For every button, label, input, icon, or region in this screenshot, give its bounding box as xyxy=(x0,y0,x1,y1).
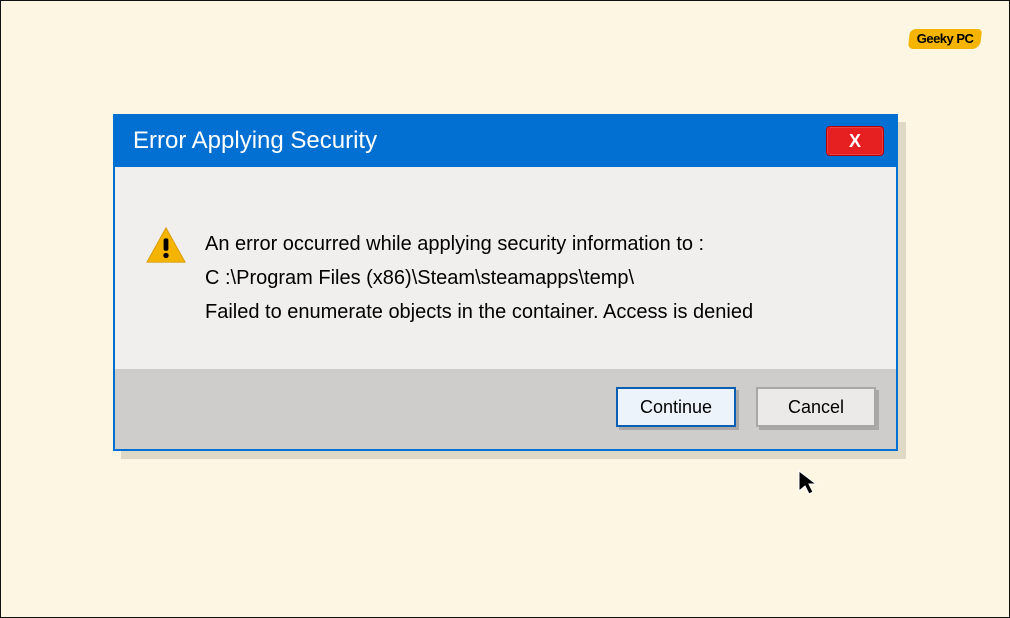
message-line-2: C :\Program Files (x86)\Steam\steamapps\… xyxy=(205,261,753,295)
warning-icon xyxy=(145,225,187,267)
dialog-button-row: Continue Cancel xyxy=(115,369,896,449)
logo-text: Geeky PC xyxy=(917,31,974,46)
cancel-button[interactable]: Cancel xyxy=(756,387,876,427)
message-line-3: Failed to enumerate objects in the conta… xyxy=(205,295,753,329)
dialog-message: An error occurred while applying securit… xyxy=(205,227,753,329)
dialog-content: An error occurred while applying securit… xyxy=(115,166,896,369)
logo-swash: Geeky PC xyxy=(908,29,982,49)
message-line-1: An error occurred while applying securit… xyxy=(205,227,753,261)
brand-logo: Geeky PC xyxy=(909,29,981,49)
dialog-title: Error Applying Security xyxy=(133,127,377,155)
error-dialog: Error Applying Security X An error occur… xyxy=(113,114,898,451)
continue-label: Continue xyxy=(640,397,712,418)
close-icon: X xyxy=(849,131,861,152)
cursor-icon xyxy=(797,469,819,502)
cancel-label: Cancel xyxy=(788,397,844,418)
close-button[interactable]: X xyxy=(826,126,884,156)
dialog-titlebar[interactable]: Error Applying Security X xyxy=(115,116,896,166)
continue-button[interactable]: Continue xyxy=(616,387,736,427)
